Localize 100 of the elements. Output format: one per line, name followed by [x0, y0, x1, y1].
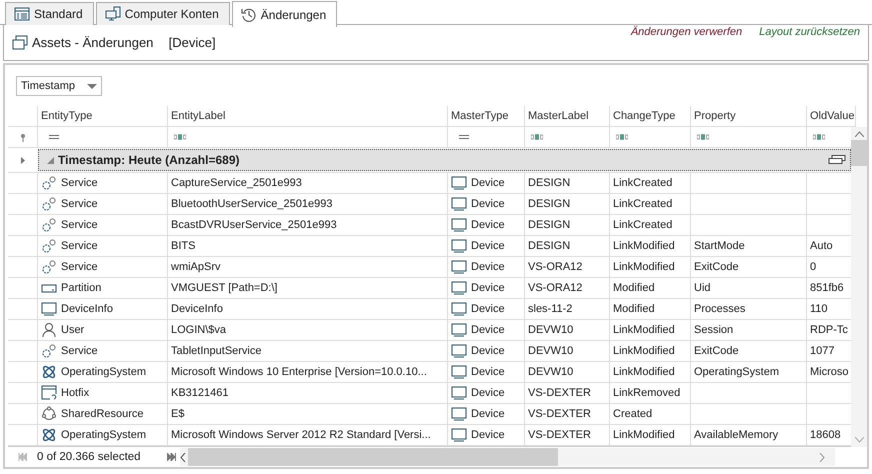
scroll-right-icon[interactable] — [819, 452, 825, 462]
entity-type: Hotfix — [61, 387, 90, 399]
table-cell: DESIGN — [525, 215, 610, 236]
table-cell: LinkModified — [610, 257, 691, 278]
last-page-icon[interactable] — [167, 453, 176, 461]
gears-icon — [41, 238, 57, 254]
monitor-icon — [451, 217, 467, 233]
atom-icon — [41, 427, 57, 443]
tab[interactable]: Standard — [5, 2, 94, 25]
monitor-icon — [451, 364, 467, 380]
monitor-icon — [451, 280, 467, 296]
atom-icon — [41, 364, 57, 380]
table-cell: CaptureService_2501e993 — [168, 173, 448, 194]
master-type: Device — [471, 177, 505, 189]
window-refresh-icon — [41, 385, 57, 401]
table-cell: DEVW10 — [525, 341, 610, 362]
table-cell: DEVW10 — [525, 362, 610, 383]
entity-type: OperatingSystem — [61, 429, 146, 441]
gears-icon — [41, 175, 57, 191]
group-by-dropdown[interactable]: Timestamp — [16, 76, 102, 96]
entity-type: Service — [61, 198, 98, 210]
table-cell: BluetoothUserService_2501e993 — [168, 194, 448, 215]
column-header[interactable]: ChangeType — [610, 106, 691, 127]
tab[interactable]: Computer Konten — [96, 2, 230, 25]
table-cell: LinkCreated — [610, 215, 691, 236]
master-type: Device — [471, 282, 505, 294]
pin-icon — [20, 132, 26, 142]
history-icon — [240, 6, 257, 22]
column-header[interactable]: Property — [691, 106, 807, 127]
master-type: Device — [471, 219, 505, 231]
monitor-icon — [451, 259, 467, 275]
column-header[interactable]: MasterLabel — [525, 106, 610, 127]
table-cell: AvailableMemory — [691, 425, 807, 446]
table-cell: VS-ORA12 — [525, 278, 610, 299]
scroll-down-icon[interactable] — [854, 437, 864, 443]
table-cell: LinkModified — [610, 320, 691, 341]
group-label: Timestamp: Heute (Anzahl=689) — [58, 153, 240, 167]
scroll-left-icon[interactable] — [180, 452, 186, 462]
master-type: Device — [471, 198, 505, 210]
entity-type: Service — [61, 219, 98, 231]
equals-filter-icon[interactable] — [458, 134, 470, 140]
column-header[interactable]: EntityLabel — [168, 106, 448, 127]
master-type: Device — [471, 408, 505, 420]
table-cell: VS-DEXTER — [525, 383, 610, 404]
gears-icon — [41, 217, 57, 233]
table-cell: ExitCode — [691, 257, 807, 278]
windows-icon — [12, 34, 28, 50]
page-title: Assets - Änderungen — [32, 35, 154, 50]
horizontal-scrollbar[interactable] — [180, 448, 835, 466]
table-cell: DESIGN — [525, 173, 610, 194]
table-cell: E$ — [168, 404, 448, 425]
entity-type: Service — [61, 177, 98, 189]
share-icon — [41, 406, 57, 422]
gears-icon — [41, 343, 57, 359]
scroll-up-icon[interactable] — [854, 131, 864, 137]
entity-type: Service — [61, 345, 98, 357]
scrollbar-thumb[interactable] — [188, 448, 558, 466]
row-indicator-icon — [21, 156, 25, 164]
table-cell: Microsoft Windows Server 2012 R2 Standard [Versi... — [168, 425, 448, 446]
stacked-pages-icon — [828, 155, 846, 165]
text-filter-icon[interactable] — [616, 134, 628, 140]
monitor-icon — [451, 385, 467, 401]
master-type: Device — [471, 240, 505, 252]
table-cell: BITS — [168, 236, 448, 257]
first-page-icon[interactable] — [18, 453, 27, 461]
master-type: Device — [471, 345, 505, 357]
table-cell: Session — [691, 320, 807, 341]
master-type: Device — [471, 387, 505, 399]
text-filter-icon[interactable] — [813, 134, 825, 140]
selection-status: 0 of 20.366 selected — [37, 451, 142, 463]
monitor-icon — [451, 322, 467, 338]
group-row[interactable]: Timestamp: Heute (Anzahl=689) — [38, 149, 851, 171]
tab[interactable]: Änderungen — [232, 1, 338, 27]
column-header[interactable]: OldValue — [807, 106, 856, 127]
table-cell: TabletInputService — [168, 341, 448, 362]
table-cell: sles-11-2 — [525, 299, 610, 320]
entity-type: SharedResource — [61, 408, 144, 420]
table-cell: OperatingSystem — [691, 362, 807, 383]
scrollbar-thumb[interactable] — [851, 140, 867, 166]
master-type: Device — [471, 429, 505, 441]
table-cell: LinkCreated — [610, 194, 691, 215]
table-cell: Created — [610, 404, 691, 425]
table-cell: DESIGN — [525, 236, 610, 257]
text-filter-icon[interactable] — [174, 134, 186, 140]
entity-type: Service — [61, 240, 98, 252]
user-icon — [41, 322, 57, 338]
column-header[interactable]: MasterType — [448, 106, 525, 127]
text-filter-icon[interactable] — [531, 134, 543, 140]
monitor-icon — [451, 175, 467, 191]
equals-filter-icon[interactable] — [48, 134, 60, 140]
table-cell: VMGUEST [Path=D:\] — [168, 278, 448, 299]
vertical-scrollbar[interactable] — [851, 127, 867, 447]
table-cell: ExitCode — [691, 341, 807, 362]
text-filter-icon[interactable] — [697, 134, 709, 140]
action-link[interactable]: Änderungen verwerfen — [630, 26, 742, 60]
table-cell: VS-DEXTER — [525, 425, 610, 446]
expander-icon[interactable] — [47, 156, 54, 164]
column-header[interactable]: EntityType — [38, 106, 168, 127]
caret-icon — [87, 84, 97, 88]
action-link[interactable]: Layout zurücksetzen — [759, 26, 860, 60]
